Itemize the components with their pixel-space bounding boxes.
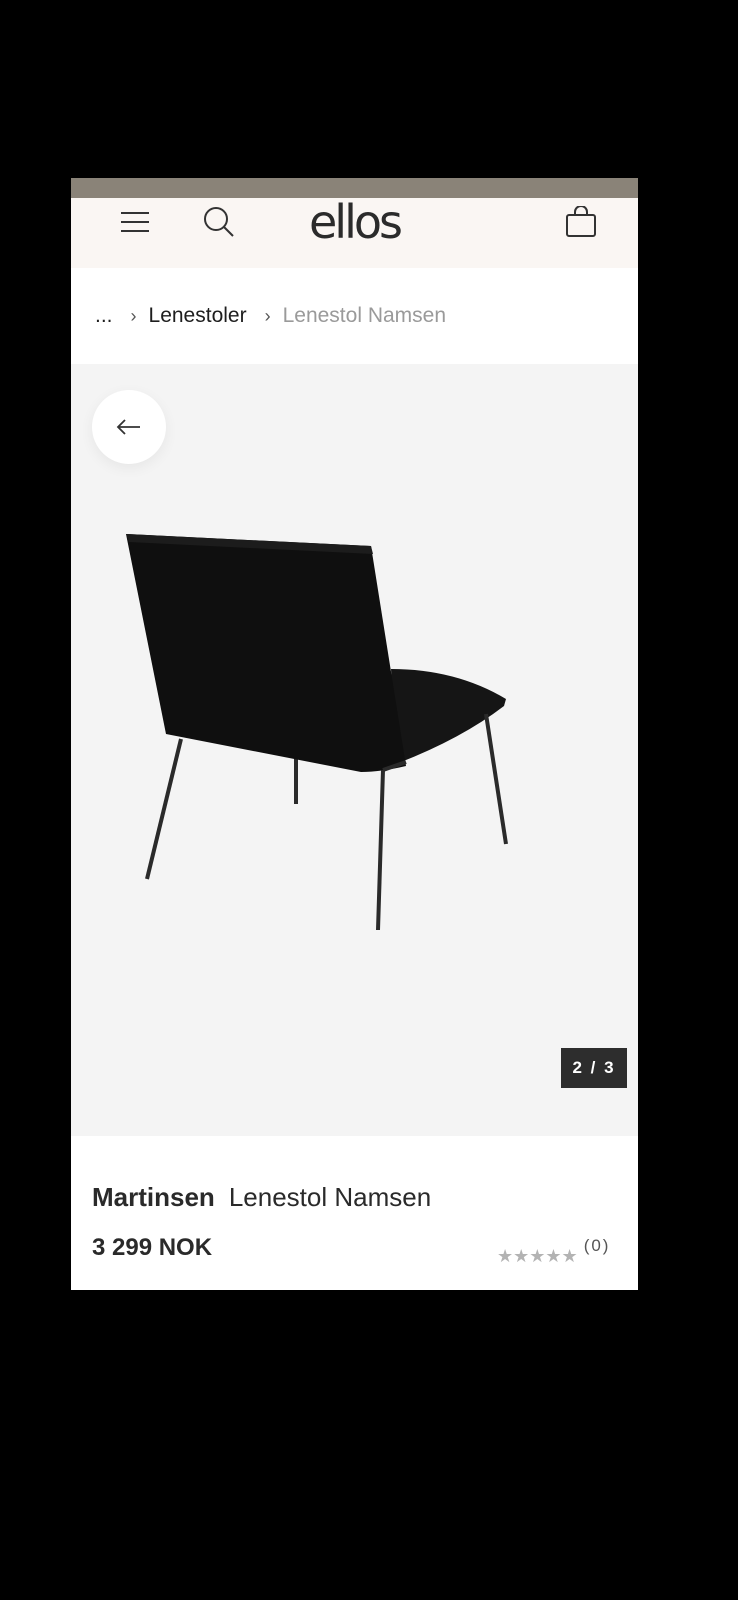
status-bar bbox=[71, 178, 638, 198]
image-counter: 2 / 3 bbox=[561, 1048, 627, 1088]
chevron-right-icon: › bbox=[264, 305, 271, 326]
product-brand[interactable]: Martinsen bbox=[92, 1182, 215, 1212]
app-screen: ellos ... › Lenestoler › Lenestol Namsen bbox=[71, 178, 638, 1290]
arrow-left-icon bbox=[116, 419, 140, 435]
breadcrumb-category[interactable]: Lenestoler bbox=[149, 304, 247, 328]
back-button[interactable] bbox=[92, 390, 166, 464]
breadcrumb-ellipsis[interactable]: ... bbox=[95, 304, 113, 328]
ellos-logo[interactable]: ellos bbox=[71, 198, 638, 246]
menu-icon[interactable] bbox=[115, 198, 155, 246]
site-header: ellos bbox=[71, 198, 638, 268]
breadcrumb: ... › Lenestoler › Lenestol Namsen bbox=[71, 268, 638, 364]
product-price: 3 299 NOK bbox=[92, 1234, 213, 1261]
search-icon[interactable] bbox=[199, 198, 239, 246]
review-count[interactable]: (0) bbox=[584, 1236, 611, 1256]
product-name: Lenestol Namsen bbox=[228, 1182, 432, 1212]
product-gallery[interactable]: 2 / 3 bbox=[71, 364, 638, 1136]
shopping-bag-icon[interactable] bbox=[561, 198, 601, 246]
chevron-right-icon: › bbox=[130, 305, 137, 326]
product-info: Martinsen Lenestol Namsen 3 299 NOK ★★★★★… bbox=[71, 1136, 638, 1290]
breadcrumb-current: Lenestol Namsen bbox=[282, 304, 447, 327]
product-title: Martinsen Lenestol Namsen bbox=[92, 1182, 431, 1213]
star-rating-icons: ★★★★★ bbox=[497, 1246, 578, 1266]
rating-summary[interactable]: ★★★★★ (0) bbox=[497, 1236, 610, 1267]
chair-product-image bbox=[126, 534, 508, 931]
